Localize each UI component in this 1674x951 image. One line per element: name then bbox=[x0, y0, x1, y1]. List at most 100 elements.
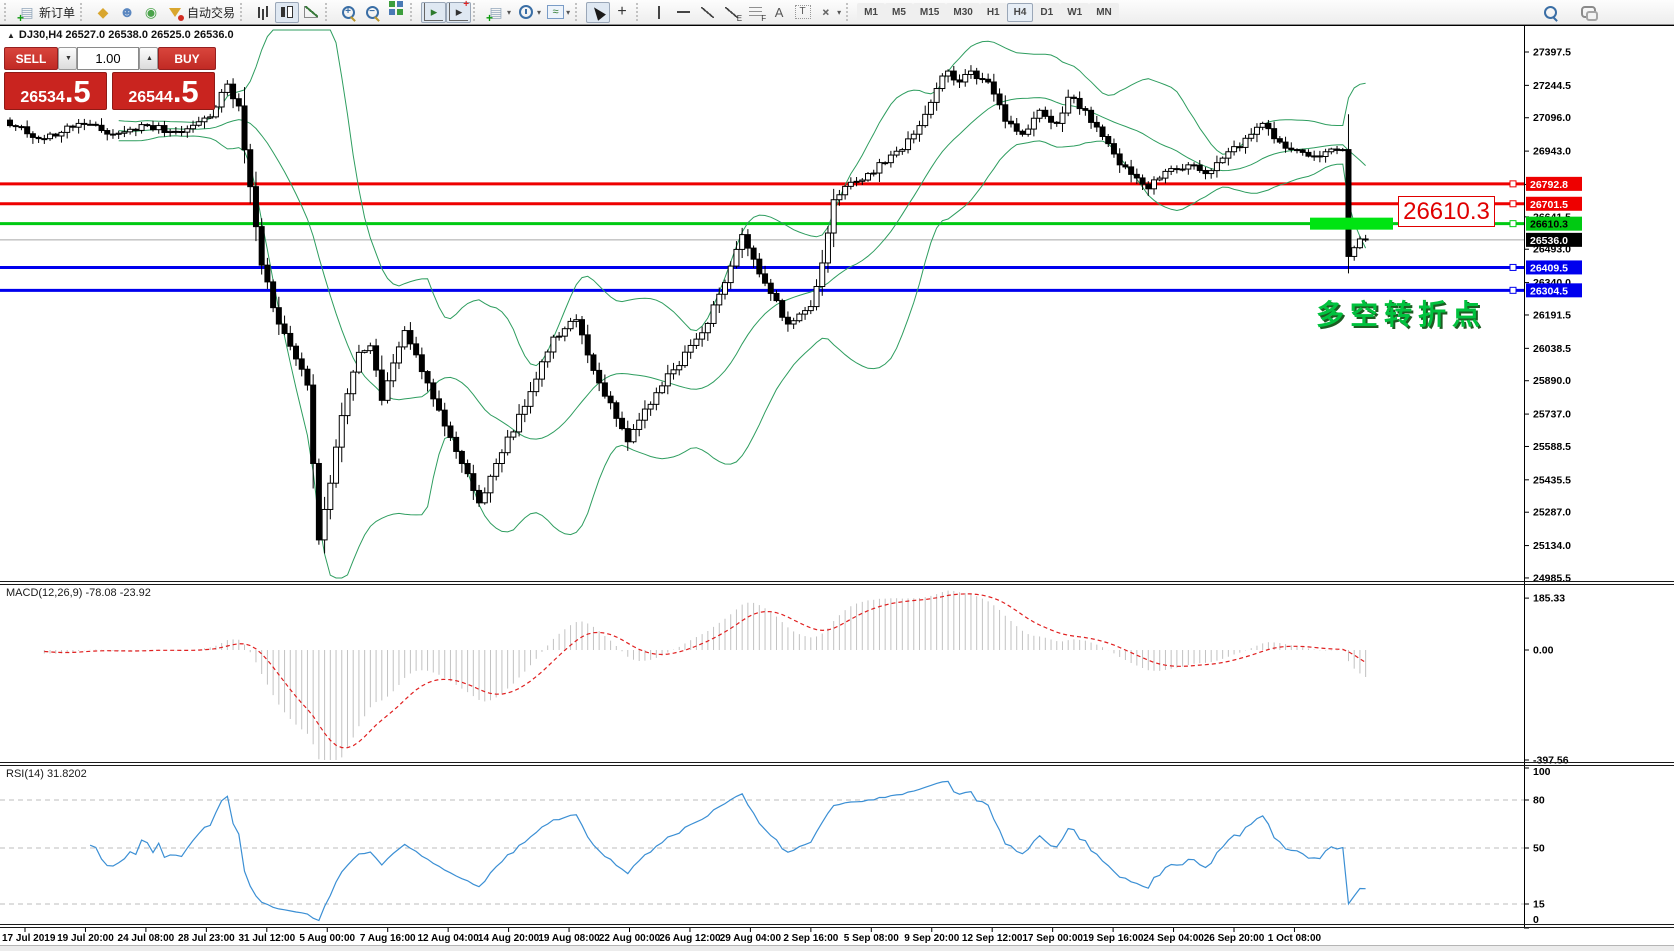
candle-body bbox=[1180, 169, 1185, 170]
toolbar-grip bbox=[4, 3, 11, 21]
auto-scroll-button[interactable] bbox=[421, 2, 446, 23]
candle-body bbox=[854, 181, 859, 182]
candle-body bbox=[437, 399, 442, 410]
sell-button[interactable]: SELL bbox=[4, 47, 58, 70]
one-click-trading-panel: SELL ▼ ▲ BUY 26534 .5 26544 .5 bbox=[4, 47, 219, 110]
auto-trading-button[interactable]: 自动交易 bbox=[163, 2, 238, 23]
timeframe-d1-button[interactable]: D1 bbox=[1033, 3, 1060, 22]
timeframe-m30-button[interactable]: M30 bbox=[946, 3, 979, 22]
tile-windows-icon bbox=[387, 4, 405, 21]
price-axis-tick-label: 27096.0 bbox=[1533, 112, 1571, 124]
candle-body bbox=[1363, 239, 1368, 240]
candle-body bbox=[379, 370, 384, 400]
time-axis-label: 2 Sep 16:00 bbox=[783, 933, 838, 944]
candle-body bbox=[757, 259, 762, 274]
crosshair-tool-button[interactable] bbox=[610, 2, 634, 23]
candle-body bbox=[1323, 152, 1328, 157]
fibonacci-tool-button[interactable] bbox=[743, 2, 767, 23]
chart-shift-button[interactable] bbox=[446, 2, 471, 23]
indicators-button[interactable]: ▾ bbox=[484, 2, 514, 23]
text-label-tool-button[interactable] bbox=[791, 2, 814, 23]
candle-body bbox=[1272, 129, 1277, 139]
candle-body bbox=[591, 355, 596, 370]
candle-body bbox=[116, 133, 121, 134]
text-tool-button[interactable] bbox=[767, 2, 791, 23]
timeframe-w1-button[interactable]: W1 bbox=[1060, 3, 1089, 22]
timeframe-m1-button[interactable]: M1 bbox=[857, 3, 885, 22]
collapse-panel-icon[interactable]: ▲ bbox=[7, 31, 15, 40]
candle-body bbox=[1214, 163, 1219, 171]
candle-body bbox=[53, 134, 58, 136]
price-axis-tick-label: 25134.0 bbox=[1533, 540, 1571, 552]
candle-body bbox=[231, 84, 236, 99]
volume-increase-button[interactable]: ▲ bbox=[139, 47, 158, 70]
trendline-tool-button[interactable] bbox=[695, 2, 719, 23]
sell-price-tile[interactable]: 26534 .5 bbox=[4, 72, 107, 110]
buy-price-tile[interactable]: 26544 .5 bbox=[112, 72, 215, 110]
macd-indicator-label: MACD(12,26,9) -78.08 -23.92 bbox=[6, 587, 151, 599]
channel-tool-button[interactable] bbox=[719, 2, 743, 23]
candle-body bbox=[1123, 165, 1128, 167]
horizontal-line-tool-button[interactable] bbox=[671, 2, 695, 23]
volume-decrease-button[interactable]: ▼ bbox=[58, 47, 77, 70]
publisher-icon bbox=[118, 4, 136, 21]
publisher-button[interactable] bbox=[115, 2, 139, 23]
candle-body bbox=[694, 339, 699, 345]
candle-body bbox=[299, 359, 304, 369]
timeframe-m5-button[interactable]: M5 bbox=[885, 3, 913, 22]
candle-body bbox=[1083, 109, 1088, 111]
volume-input[interactable] bbox=[77, 47, 139, 70]
time-axis-label: 19 Sep 16:00 bbox=[1083, 933, 1144, 944]
candle-body bbox=[940, 76, 945, 88]
timeframe-h4-button[interactable]: H4 bbox=[1007, 3, 1034, 22]
candle-body bbox=[1317, 156, 1322, 157]
time-axis-label: 12 Sep 12:00 bbox=[962, 933, 1023, 944]
timeframe-mn-button[interactable]: MN bbox=[1089, 3, 1119, 22]
line-chart-mode-button[interactable] bbox=[299, 2, 323, 23]
tile-windows-button[interactable] bbox=[384, 2, 408, 23]
candle-body bbox=[608, 396, 613, 403]
search-button[interactable] bbox=[1538, 2, 1562, 23]
cursor-tool-icon bbox=[589, 4, 607, 21]
rsi-axis-label: 100 bbox=[1533, 766, 1551, 778]
candle-body bbox=[334, 447, 339, 483]
rsi-axis-label: 80 bbox=[1533, 795, 1545, 807]
chat-button[interactable] bbox=[1576, 2, 1600, 23]
candle-body bbox=[494, 464, 499, 477]
line-anchor-square bbox=[1510, 181, 1516, 187]
time-axis-label: 24 Sep 04:00 bbox=[1143, 933, 1204, 944]
candle-body bbox=[271, 282, 276, 308]
candle-body bbox=[534, 379, 539, 392]
templates-button[interactable]: ▾ bbox=[544, 2, 573, 23]
bar-chart-mode-button[interactable] bbox=[251, 2, 275, 23]
candle-body bbox=[8, 120, 13, 125]
new-order-button[interactable]: 新订单 bbox=[15, 2, 78, 23]
timeframe-h1-button[interactable]: H1 bbox=[980, 3, 1007, 22]
timeframe-m15-button[interactable]: M15 bbox=[913, 3, 946, 22]
shapes-tool-button[interactable]: ▾ bbox=[814, 2, 844, 23]
candle-body bbox=[871, 173, 876, 174]
buy-price-pips: .5 bbox=[173, 74, 199, 110]
candle-body bbox=[1295, 150, 1300, 151]
candle-body bbox=[1260, 123, 1265, 127]
mt4-terminal-window: 27397.527244.527096.026943.026790.026641… bbox=[0, 0, 1674, 951]
rsi-axis-label: 15 bbox=[1533, 899, 1545, 911]
candle-body bbox=[545, 352, 550, 362]
time-axis-label: 14 Aug 20:00 bbox=[478, 933, 540, 944]
candle-body bbox=[585, 335, 590, 355]
buy-button[interactable]: BUY bbox=[158, 47, 216, 70]
vertical-line-tool-button[interactable] bbox=[647, 2, 671, 23]
zoom-in-button[interactable] bbox=[336, 2, 360, 23]
periods-button[interactable]: ▾ bbox=[514, 2, 544, 23]
candle-body bbox=[848, 182, 853, 186]
zoom-out-button[interactable] bbox=[360, 2, 384, 23]
cursor-tool-button[interactable] bbox=[586, 2, 610, 23]
candle-body bbox=[1289, 148, 1294, 149]
candle-body bbox=[1140, 178, 1145, 184]
chart-canvas[interactable]: 27397.527244.527096.026943.026790.026641… bbox=[0, 0, 1674, 951]
candle-body bbox=[76, 123, 81, 127]
candlestick-mode-button[interactable] bbox=[275, 2, 299, 23]
signals-button[interactable] bbox=[139, 2, 163, 23]
marketplace-button[interactable] bbox=[91, 2, 115, 23]
chart-symbol-title[interactable]: ▲ DJ30,H4 26527.0 26538.0 26525.0 26536.… bbox=[7, 29, 234, 41]
